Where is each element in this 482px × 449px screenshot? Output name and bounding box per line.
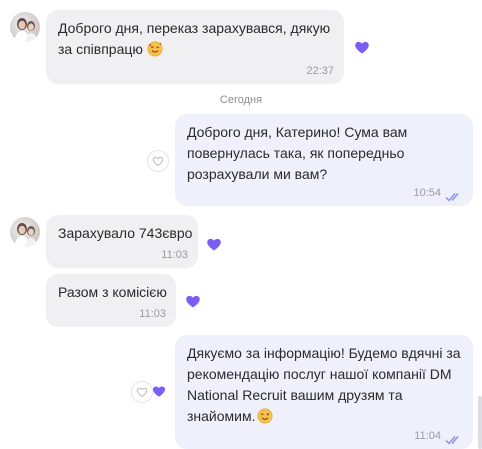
heart-outline-icon[interactable]: [131, 381, 153, 403]
message-bubble-incoming[interactable]: Разом з комісією 11:03: [46, 274, 176, 327]
read-receipt-icon: [445, 431, 463, 445]
purple-heart-reaction-icon[interactable]: [184, 292, 202, 310]
chat-history: Доброго дня, переказ зарахувався, дякую …: [0, 0, 482, 449]
message-bubble-outgoing[interactable]: Дякуємо за інформацію! Будемо вдячні за …: [175, 335, 473, 449]
message-time: 22:37: [306, 65, 334, 77]
purple-heart-reaction-icon[interactable]: [353, 38, 371, 56]
scrollbar[interactable]: [478, 396, 482, 449]
message-time: 11:03: [139, 308, 166, 320]
message-bubble-outgoing[interactable]: Доброго дня, Катерино! Сума вам повернул…: [175, 114, 473, 206]
message-bubble-incoming[interactable]: Доброго дня, переказ зарахувався, дякую …: [46, 10, 344, 84]
message-text: Дякуємо за інформацію! Будемо вдячні за …: [187, 345, 461, 424]
smiling-face-with-hearts-emoji: [147, 41, 163, 57]
message-text: Доброго дня, Катерино! Сума вам повернул…: [187, 124, 408, 182]
date-separator: Сегодня: [219, 94, 263, 106]
message-bubble-incoming[interactable]: Зарахувало 743євро 11:03: [46, 215, 198, 268]
read-receipt-icon: [445, 188, 463, 202]
message-time: 11:04: [414, 430, 441, 442]
purple-heart-reaction-icon[interactable]: [151, 383, 167, 399]
message-time: 10:54: [413, 187, 441, 199]
message-time: 11:03: [161, 249, 188, 261]
winking-face-emoji: [257, 408, 273, 424]
contact-avatar[interactable]: [10, 12, 40, 42]
message-text: Доброго дня, переказ зарахувався, дякую …: [58, 20, 331, 57]
heart-outline-icon[interactable]: [147, 150, 169, 172]
purple-heart-reaction-icon[interactable]: [205, 235, 223, 253]
contact-avatar[interactable]: [10, 217, 40, 247]
message-text: Разом з комісією: [58, 284, 167, 300]
message-text: Зарахувало 743євро: [58, 225, 193, 241]
